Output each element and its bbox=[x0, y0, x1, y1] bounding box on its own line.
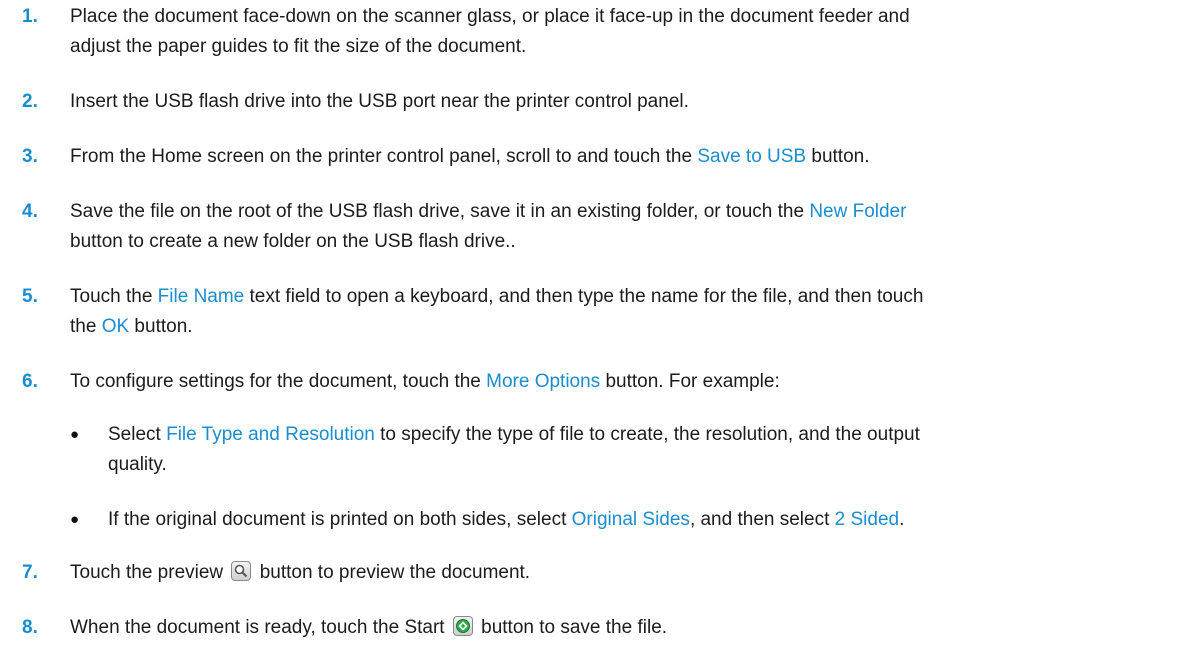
bullet-text-line: quality. bbox=[108, 454, 167, 475]
step-number: 5. bbox=[22, 286, 38, 307]
bullet-text: Select File Type and Resolution to speci… bbox=[108, 420, 1188, 480]
bullet-icon: ● bbox=[70, 426, 80, 443]
more-options-link[interactable]: More Options bbox=[486, 371, 600, 392]
step-number: 4. bbox=[22, 201, 38, 222]
step-number: 7. bbox=[22, 562, 38, 583]
step-text: Touch the File Name text field to open a… bbox=[70, 286, 924, 337]
step-number: 6. bbox=[22, 371, 38, 392]
ok-link[interactable]: OK bbox=[102, 316, 129, 337]
new-folder-link[interactable]: New Folder bbox=[809, 201, 906, 222]
bullet-text: If the original document is printed on b… bbox=[108, 509, 905, 530]
step-text: From the Home screen on the printer cont… bbox=[70, 146, 870, 167]
bullet-icon: ● bbox=[70, 511, 80, 528]
start-icon[interactable] bbox=[452, 616, 473, 636]
step-text: To configure settings for the document, … bbox=[70, 371, 780, 392]
step-text-line: button to create a new folder on the USB… bbox=[70, 231, 516, 252]
step-number: 1. bbox=[22, 6, 38, 27]
step-text: Touch the preview button to preview the … bbox=[70, 561, 531, 583]
magnifier-icon[interactable] bbox=[231, 561, 252, 581]
step-number: 3. bbox=[22, 146, 38, 167]
step-text: Place the document face-down on the scan… bbox=[70, 2, 1190, 62]
step-text-line: Place the document face-down on the scan… bbox=[70, 6, 910, 27]
original-sides-link[interactable]: Original Sides bbox=[572, 509, 690, 530]
step-text-line: adjust the paper guides to fit the size … bbox=[70, 36, 527, 57]
file-type-resolution-link[interactable]: File Type and Resolution bbox=[166, 424, 375, 445]
step-number: 8. bbox=[22, 617, 38, 638]
step-number: 2. bbox=[22, 91, 38, 112]
step-text: When the document is ready, touch the St… bbox=[70, 616, 668, 638]
file-name-link[interactable]: File Name bbox=[158, 286, 245, 307]
step-text: Insert the USB flash drive into the USB … bbox=[70, 91, 689, 112]
step-text: Save the file on the root of the USB fla… bbox=[70, 197, 1190, 257]
two-sided-link[interactable]: 2 Sided bbox=[835, 509, 899, 530]
save-to-usb-link[interactable]: Save to USB bbox=[697, 146, 806, 167]
